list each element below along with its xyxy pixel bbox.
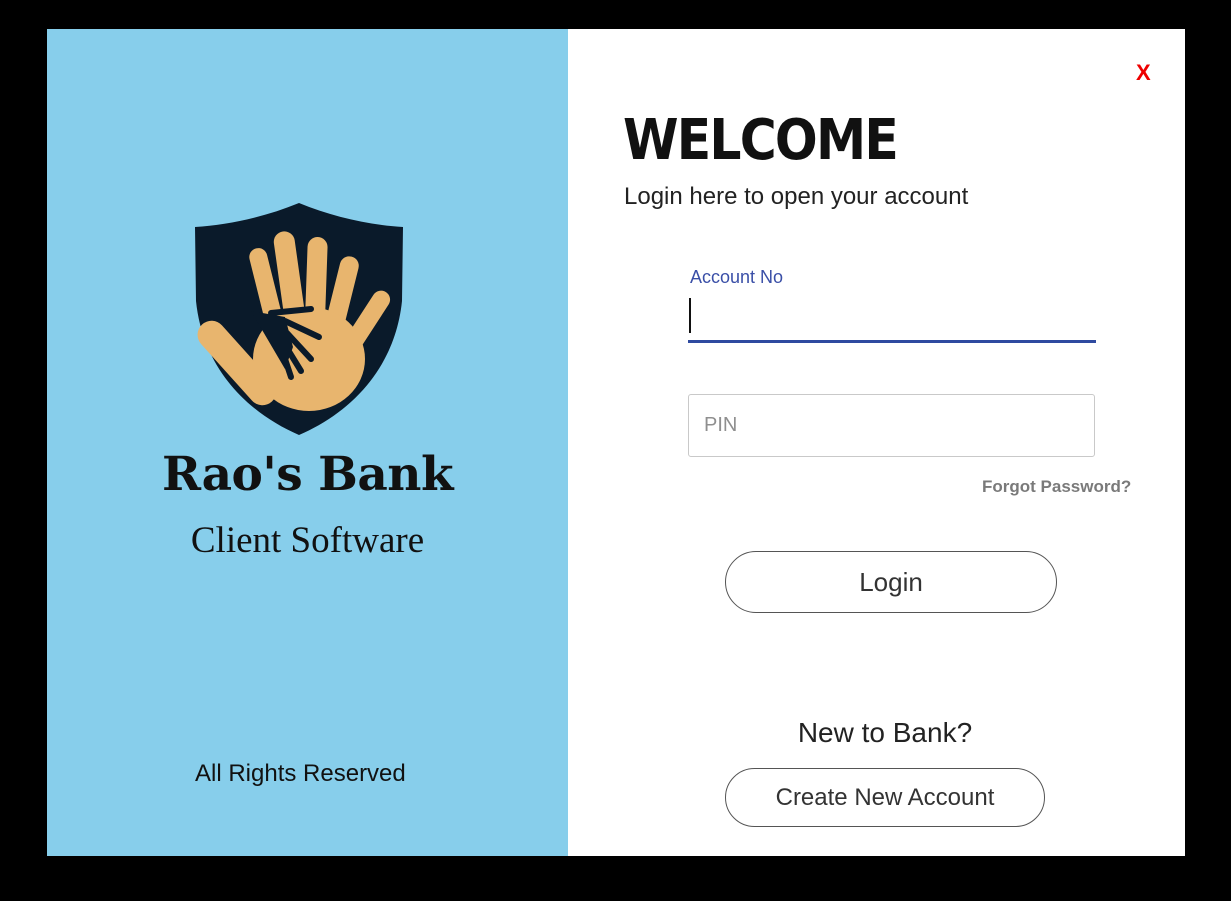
welcome-heading: WELCOME xyxy=(623,108,899,173)
pin-input[interactable] xyxy=(688,394,1095,457)
account-no-label: Account No xyxy=(690,267,784,287)
account-no-input[interactable] xyxy=(688,295,1096,343)
login-window: Rao's Bank Client Software All Rights Re… xyxy=(47,29,1185,856)
bank-subtitle: Client Software xyxy=(190,520,425,561)
login-subheading: Login here to open your account xyxy=(624,183,969,210)
shield-hands-icon xyxy=(195,203,403,435)
close-button[interactable]: X xyxy=(1136,60,1160,86)
forgot-password-link[interactable]: Forgot Password? xyxy=(982,477,1131,497)
text-caret xyxy=(689,298,691,333)
bank-name: Rao's Bank xyxy=(161,447,454,502)
login-button[interactable]: Login xyxy=(725,551,1057,613)
branding-panel: Rao's Bank Client Software All Rights Re… xyxy=(47,29,568,856)
rights-footer: All Rights Reserved xyxy=(195,760,406,787)
create-account-button[interactable]: Create New Account xyxy=(725,768,1045,827)
new-to-bank-text: New to Bank? xyxy=(797,717,973,748)
